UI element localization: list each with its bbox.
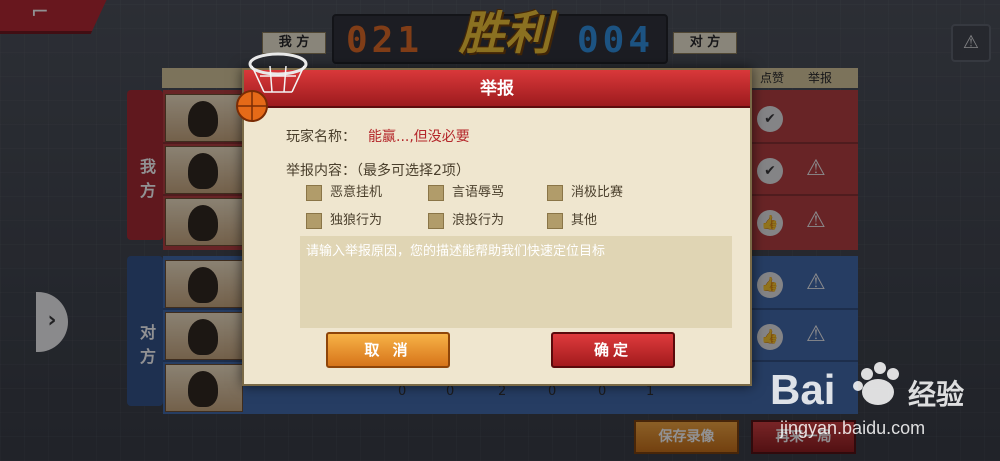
watermark-brand2: 经验 xyxy=(908,378,964,411)
watermark-brand: Bai xyxy=(770,366,835,413)
option-lone-wolf[interactable]: 独狼行为 xyxy=(306,212,382,230)
watermark-url: jingyan.baidu.com xyxy=(779,418,925,438)
checkbox[interactable] xyxy=(547,213,563,229)
option-label: 恶意挂机 xyxy=(330,185,383,200)
report-reason-input[interactable] xyxy=(300,236,732,328)
checkbox[interactable] xyxy=(306,213,322,229)
option-afk[interactable]: 恶意挂机 xyxy=(306,184,382,202)
confirm-button[interactable]: 确定 xyxy=(551,332,675,368)
checkbox[interactable] xyxy=(428,185,444,201)
player-name-value: 能赢...,但没必要 xyxy=(368,129,470,145)
report-content-label: 举报内容：（最多可选择2项） xyxy=(286,163,470,179)
report-dialog: 举报 玩家名称： 能赢...,但没必要 举报内容：（最多可选择2项） 恶意挂机 … xyxy=(236,52,752,386)
option-label: 言语辱骂 xyxy=(452,185,505,200)
baidu-watermark-logo: Bai 经验 jingyan.baidu.com xyxy=(770,362,964,438)
player-name-label: 玩家名称： xyxy=(286,129,356,145)
option-wasteful-shots[interactable]: 浪投行为 xyxy=(428,212,504,230)
option-label: 独狼行为 xyxy=(330,213,383,228)
option-label: 浪投行为 xyxy=(452,213,505,228)
option-passive-play[interactable]: 消极比赛 xyxy=(547,184,623,202)
basketball-hoop-icon xyxy=(236,52,308,122)
option-label: 消极比赛 xyxy=(571,185,624,200)
paw-icon xyxy=(853,362,899,405)
cancel-button[interactable]: 取 消 xyxy=(326,332,450,368)
option-label: 其他 xyxy=(571,213,598,228)
option-verbal-abuse[interactable]: 言语辱骂 xyxy=(428,184,504,202)
checkbox[interactable] xyxy=(306,185,322,201)
checkbox[interactable] xyxy=(547,185,563,201)
checkbox[interactable] xyxy=(428,213,444,229)
option-other[interactable]: 其他 xyxy=(547,212,597,230)
dialog-title: 举报 xyxy=(480,79,514,99)
